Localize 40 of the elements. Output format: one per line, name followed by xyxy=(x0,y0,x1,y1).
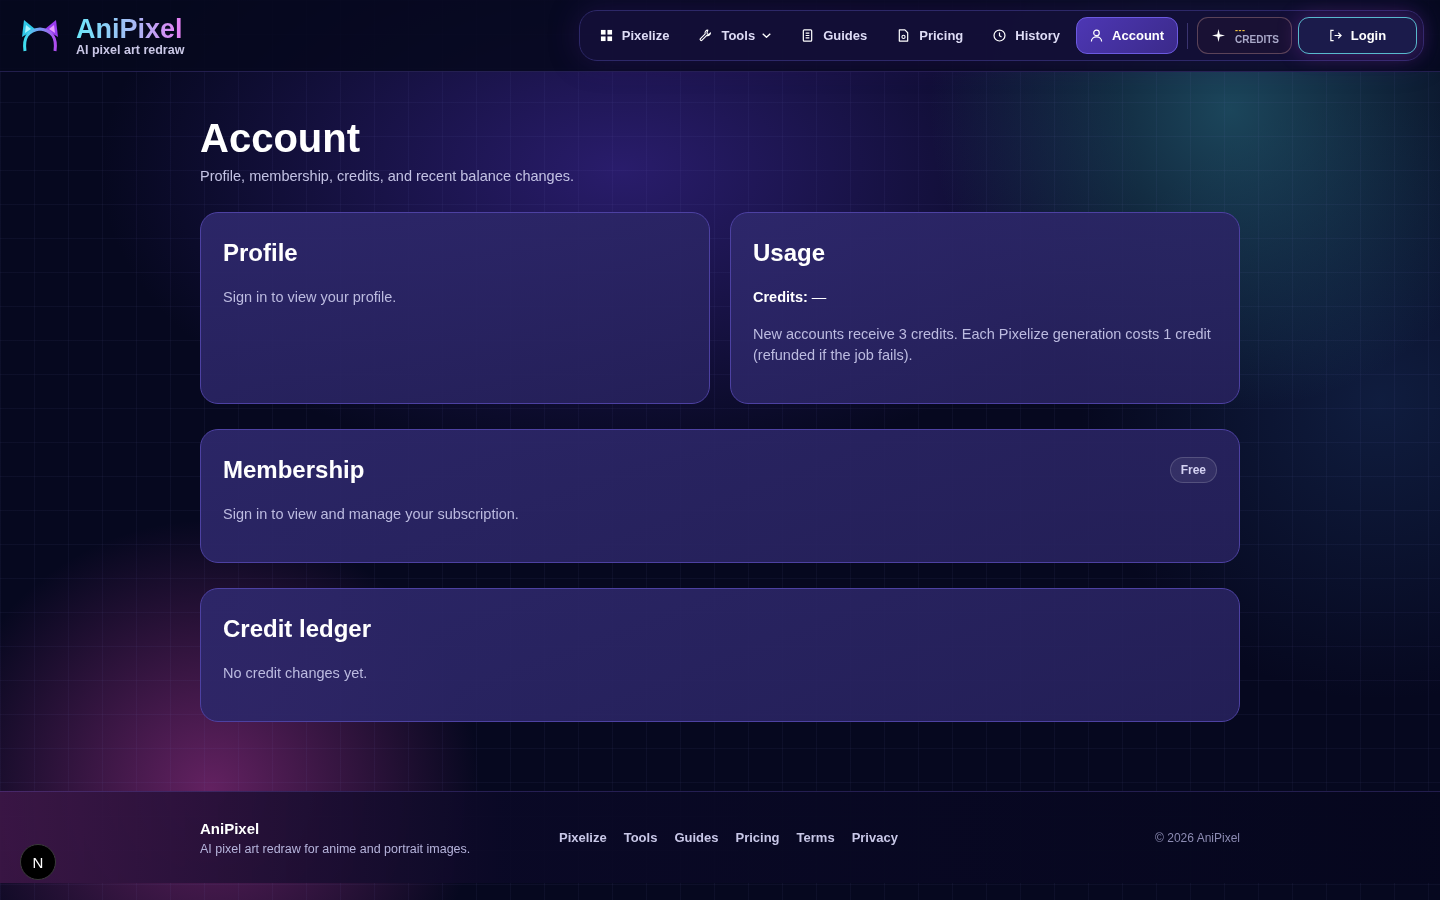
card-title: Membership xyxy=(223,455,365,485)
login-button[interactable]: Login xyxy=(1298,17,1417,54)
page-subtitle: Profile, membership, credits, and recent balance changes. xyxy=(200,167,575,186)
nav-link[interactable]: Guides xyxy=(787,17,882,54)
card-text: Sign in to view your profile. xyxy=(223,288,398,307)
user-icon xyxy=(1090,29,1104,42)
footer-link[interactable]: Tools xyxy=(623,830,658,845)
footer-link[interactable]: Guides xyxy=(674,830,719,845)
caret-icon xyxy=(762,33,772,38)
copyright: © 2026 AniPixel xyxy=(1155,830,1240,845)
nav-link[interactable]: Tools xyxy=(685,17,786,54)
brand-tagline: AI pixel art redraw xyxy=(76,43,185,58)
footer-tagline: AI pixel art redraw for anime and portrait images. xyxy=(200,841,472,856)
footer-link[interactable]: Pixelize xyxy=(559,830,607,845)
grid-icon xyxy=(599,29,613,42)
login-icon xyxy=(1328,29,1342,42)
footer-link[interactable]: Pricing xyxy=(735,830,780,845)
credits-balance: Credits: — xyxy=(753,288,828,307)
nav-link[interactable]: Pixelize xyxy=(585,17,684,54)
card-text: Sign in to view and manage your subscription. xyxy=(223,505,520,524)
footer-brand: AniPixel xyxy=(200,819,261,837)
cat-ears-icon xyxy=(20,18,60,53)
card-text: New accounts receive 3 credits. Each Pixelize generation costs 1 credit (refunded if the job fails). xyxy=(753,325,1212,365)
page-title: Account xyxy=(200,115,361,162)
nav-link[interactable]: Account xyxy=(1076,17,1179,54)
nav-link[interactable]: History xyxy=(979,17,1075,54)
credits-button[interactable]: --- CREDITS xyxy=(1197,17,1292,54)
document-icon xyxy=(801,29,815,42)
wrench-icon xyxy=(699,29,713,42)
footer-link[interactable]: Privacy xyxy=(851,830,898,845)
file-icon xyxy=(897,29,911,42)
nav-link[interactable]: Pricing xyxy=(883,17,978,54)
card-title: Usage xyxy=(753,238,827,268)
card-text: No credit changes yet. xyxy=(223,664,369,683)
clock-icon xyxy=(993,29,1007,42)
sparkle-icon xyxy=(1212,29,1226,42)
plan-badge: Free xyxy=(1169,457,1217,483)
card-title: Profile xyxy=(223,238,299,268)
footer-link[interactable]: Terms xyxy=(796,830,835,845)
card-title: Credit ledger xyxy=(223,614,373,644)
